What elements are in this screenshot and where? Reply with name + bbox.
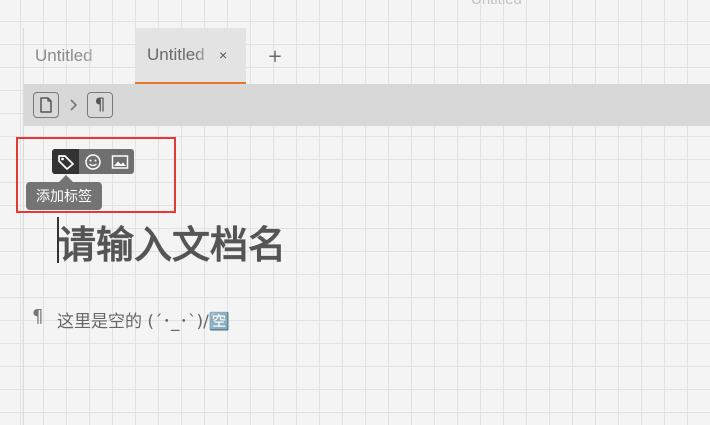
breadcrumb: ¶	[23, 84, 710, 126]
empty-document-placeholder[interactable]: 这里是空的 (´･_･`)/🈳	[57, 307, 230, 332]
tooltip-arrow	[59, 175, 73, 182]
image-icon	[111, 154, 129, 170]
chevron-right-icon	[67, 95, 81, 115]
document-header-toolbar	[52, 149, 134, 174]
tab-label: Untitled	[147, 45, 205, 64]
add-tab-button[interactable]: +	[263, 44, 287, 68]
add-emoji-button[interactable]	[79, 149, 106, 174]
document-title-input[interactable]: 请输入文档名	[58, 214, 286, 269]
tag-icon	[57, 154, 75, 170]
tab-bar: Untitled Untitled × +	[23, 28, 710, 84]
window-title: Untitled	[471, 0, 522, 8]
breadcrumb-document-button[interactable]	[33, 92, 59, 118]
document-icon	[39, 97, 53, 113]
paragraph-mark-icon[interactable]: ¶	[32, 306, 43, 327]
tooltip-add-tag: 添加标签	[26, 182, 102, 210]
add-cover-image-button[interactable]	[106, 149, 133, 174]
breadcrumb-paragraph-button[interactable]: ¶	[87, 92, 113, 118]
close-icon[interactable]: ×	[219, 47, 227, 63]
left-gutter	[0, 28, 24, 425]
tab-untitled-1[interactable]: Untitled	[23, 28, 131, 84]
tab-untitled-2[interactable]: Untitled ×	[135, 28, 246, 84]
pilcrow-icon: ¶	[94, 95, 106, 115]
emoji-icon	[84, 153, 102, 171]
add-tag-button[interactable]	[52, 149, 79, 174]
tab-label: Untitled	[35, 46, 93, 65]
window-titlebar: Untitled	[0, 0, 710, 30]
